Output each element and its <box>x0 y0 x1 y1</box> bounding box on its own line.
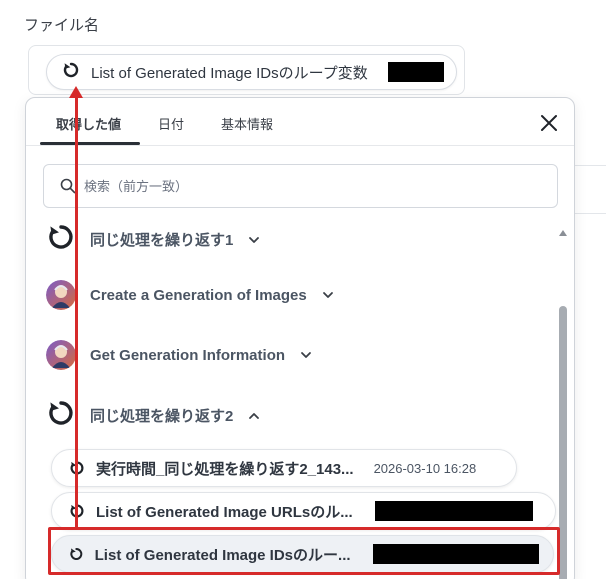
chevron-down-icon <box>322 292 333 298</box>
active-tab-indicator <box>40 142 140 145</box>
scrollbar-thumb[interactable] <box>559 306 567 579</box>
app-avatar <box>46 340 76 370</box>
loop-icon <box>61 60 81 85</box>
loop-icon <box>46 398 76 433</box>
value-item-exec-time[interactable]: 実行時間_同じ処理を繰り返す2_143... 2026-03-10 16:28 <box>51 449 517 487</box>
tab-date[interactable]: 日付 <box>158 114 184 133</box>
group-label: Get Generation Information <box>90 346 286 364</box>
field-label: ファイル名 <box>24 17 100 34</box>
tab-basic-info[interactable]: 基本情報 <box>221 114 273 133</box>
item-label: List of Generated Image URLsのル... <box>96 503 353 521</box>
chevron-down-icon <box>249 236 260 243</box>
item-timestamp: 2026-03-10 16:28 <box>373 460 477 476</box>
group-loop-1[interactable]: 同じ処理を繰り返す1 <box>46 222 261 257</box>
group-label: 同じ処理を繰り返す1 <box>90 232 234 249</box>
redacted-block <box>374 501 533 521</box>
group-get-generation-info[interactable]: Get Generation Information <box>46 340 313 370</box>
item-label: 実行時間_同じ処理を繰り返す2_143... <box>96 460 354 478</box>
group-create-generation[interactable]: Create a Generation of Images <box>46 280 335 310</box>
value-picker-panel: 取得した値 日付 基本情報 同じ処理を繰り返す1 <box>25 97 575 579</box>
search-icon <box>60 178 76 194</box>
background-divider <box>574 213 606 214</box>
app-avatar <box>46 280 76 310</box>
chip-label: List of Generated Image IDsのループ変数 <box>91 64 368 82</box>
search-box[interactable] <box>43 164 558 208</box>
group-label: Create a Generation of Images <box>90 286 307 304</box>
group-loop-2[interactable]: 同じ処理を繰り返す2 <box>46 398 261 433</box>
redacted-block <box>387 62 444 82</box>
loop-icon <box>46 222 76 257</box>
group-label: 同じ処理を繰り返す2 <box>90 408 234 425</box>
annotation-arrow-line <box>75 95 78 527</box>
chevron-down-icon <box>301 352 311 358</box>
chevron-up-icon <box>249 412 260 419</box>
scroll-up-arrow[interactable] <box>559 230 567 236</box>
annotation-highlight-box <box>48 527 560 575</box>
field-value-chip[interactable]: List of Generated Image IDsのループ変数 <box>46 54 457 90</box>
annotation-arrow-head <box>69 86 83 98</box>
tab-bar: 取得した値 日付 基本情報 <box>26 98 574 146</box>
tab-acquired-values[interactable]: 取得した値 <box>56 114 121 133</box>
value-item-image-urls[interactable]: List of Generated Image URLsのル... <box>51 492 556 530</box>
background-divider <box>574 165 606 166</box>
search-input[interactable] <box>84 178 484 194</box>
close-button[interactable] <box>538 112 560 134</box>
close-icon <box>541 115 557 131</box>
